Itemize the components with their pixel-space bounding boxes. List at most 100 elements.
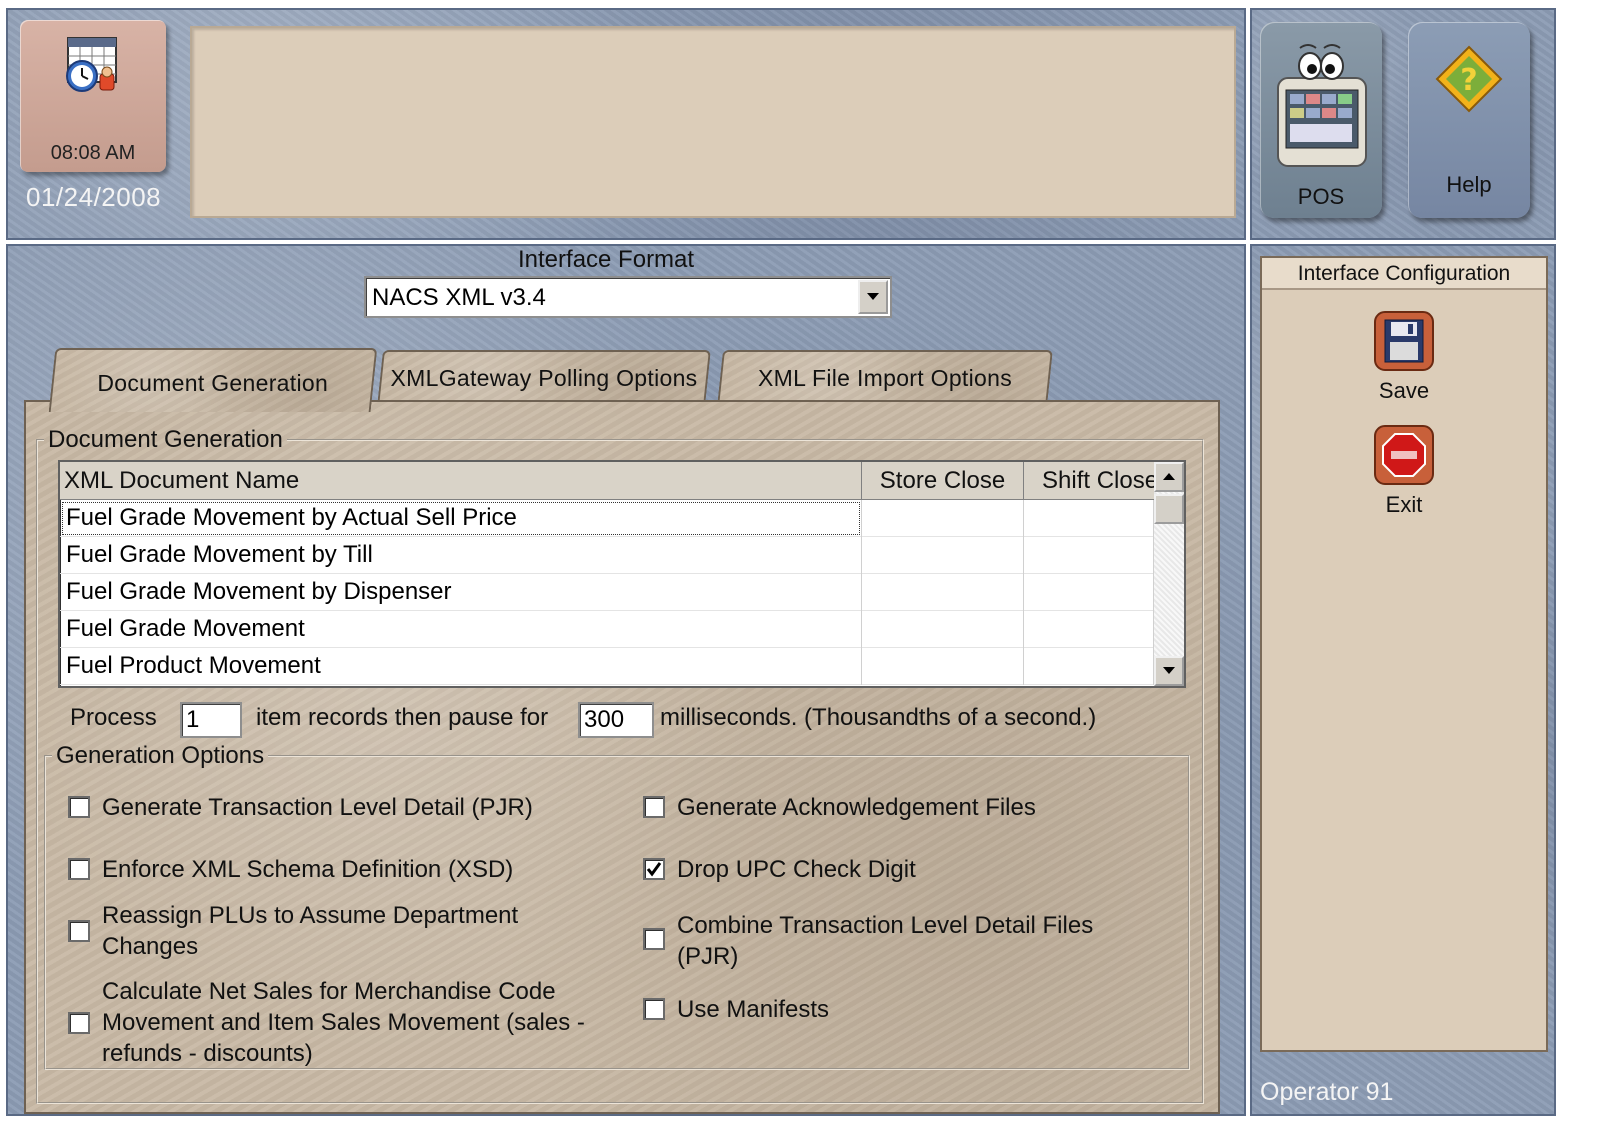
table-scrollbar[interactable] xyxy=(1154,462,1184,686)
milliseconds-label: milliseconds. (Thousandths of a second.) xyxy=(660,704,1097,731)
document-generation-title: Document Generation xyxy=(48,426,283,453)
tab-label: XMLGateway Polling Options xyxy=(390,365,698,391)
pos-terminal-face-icon xyxy=(1277,44,1367,167)
document-name-cell: Fuel Grade Movement by Dispenser xyxy=(60,574,862,611)
save-button[interactable]: Save xyxy=(1262,310,1546,404)
option-use-manifests[interactable]: Use Manifests xyxy=(641,994,1181,1026)
check-icon xyxy=(646,862,662,877)
table-header: XML Document Name Store Close Shift Clos… xyxy=(60,462,1154,500)
calendar-clock-icon xyxy=(66,37,117,92)
shift-close-cell[interactable] xyxy=(1024,574,1154,611)
tab-xml-file-import-options[interactable]: XML File Import Options xyxy=(717,350,1053,406)
tab-label: Document Generation xyxy=(97,370,329,396)
option-calculate-net-sales[interactable]: Calculate Net Sales for Merchandise Code… xyxy=(66,976,626,1070)
document-name-cell: Fuel Grade Movement by Till xyxy=(60,537,862,574)
option-label: Use Manifests xyxy=(677,996,830,1023)
floppy-disk-icon xyxy=(1374,311,1434,371)
date-label: 01/24/2008 xyxy=(26,182,162,212)
clock-time: 08:08 AM xyxy=(50,142,136,164)
process-label: Process xyxy=(70,704,157,731)
option-label-line2: (PJR) xyxy=(677,943,739,970)
top-nav: POS ? Help xyxy=(1250,8,1556,240)
chevron-down-icon[interactable] xyxy=(858,280,888,314)
clock-button[interactable]: 08:08 AM xyxy=(20,20,166,172)
option-label: Generate Acknowledgement Files xyxy=(677,794,1036,821)
interface-format-label: Interface Format xyxy=(518,246,695,273)
save-label: Save xyxy=(1378,378,1430,403)
exit-button[interactable]: Exit xyxy=(1262,424,1546,518)
svg-text:?: ? xyxy=(1460,63,1477,98)
generation-options-title: Generation Options xyxy=(56,742,265,769)
checkbox[interactable] xyxy=(68,1012,90,1034)
shift-close-cell[interactable] xyxy=(1024,611,1154,648)
option-generate-acknowledgement-files[interactable]: Generate Acknowledgement Files xyxy=(641,792,1181,824)
exit-label: Exit xyxy=(1385,492,1423,517)
option-reassign-plus[interactable]: Reassign PLUs to Assume Department Chang… xyxy=(66,900,606,964)
store-close-cell[interactable] xyxy=(862,537,1024,574)
pause-label: item records then pause for xyxy=(256,704,549,731)
message-area xyxy=(190,26,1236,218)
option-drop-upc-check-digit[interactable]: Drop UPC Check Digit xyxy=(641,854,1181,886)
table-row[interactable]: Fuel Grade Movement by Actual Sell Price xyxy=(60,500,1154,537)
checkbox[interactable] xyxy=(68,858,90,880)
store-close-cell[interactable] xyxy=(862,611,1024,648)
shift-close-cell[interactable] xyxy=(1024,648,1154,685)
process-settings-row: Process item records then pause for mill… xyxy=(70,700,1190,740)
column-header-shift-close[interactable]: Shift Close xyxy=(1024,462,1154,500)
action-panel: Interface Configuration Save Exit xyxy=(1260,256,1548,1052)
option-label: Enforce XML Schema Definition (XSD) xyxy=(102,856,514,883)
interface-format-value: NACS XML v3.4 xyxy=(372,284,546,311)
tab-document-generation[interactable]: Document Generation xyxy=(48,348,378,412)
tab-label: XML File Import Options xyxy=(757,365,1012,391)
right-panel: Interface Configuration Save Exit Operat… xyxy=(1250,244,1556,1116)
help-button[interactable]: ? Help xyxy=(1408,22,1530,218)
store-close-cell[interactable] xyxy=(862,574,1024,611)
item-records-input[interactable] xyxy=(180,702,242,738)
shift-close-cell[interactable] xyxy=(1024,537,1154,574)
interface-format-select[interactable]: NACS XML v3.4 xyxy=(364,276,892,318)
table-row[interactable]: Fuel Product Movement xyxy=(60,648,1154,685)
tab-xmlgateway-polling-options[interactable]: XMLGateway Polling Options xyxy=(377,350,711,406)
option-enforce-xml-schema[interactable]: Enforce XML Schema Definition (XSD) xyxy=(66,854,606,886)
option-label-line1: Calculate Net Sales for Merchandise Code xyxy=(102,978,556,1005)
scrollbar-thumb[interactable] xyxy=(1154,494,1184,524)
xml-document-table[interactable]: XML Document Name Store Close Shift Clos… xyxy=(58,460,1186,688)
operator-label: Operator 91 xyxy=(1260,1078,1394,1106)
arrow-up-icon[interactable] xyxy=(1154,462,1184,492)
document-name-cell: Fuel Grade Movement by Actual Sell Price xyxy=(60,500,862,537)
column-header-xml-document-name[interactable]: XML Document Name xyxy=(60,462,862,500)
checkbox[interactable] xyxy=(68,920,90,942)
document-name-cell: Fuel Product Movement xyxy=(60,648,862,685)
help-diamond-icon: ? xyxy=(1435,45,1503,113)
pause-milliseconds-input[interactable] xyxy=(578,702,654,738)
table-row[interactable]: Fuel Grade Movement xyxy=(60,611,1154,648)
store-close-cell[interactable] xyxy=(862,500,1024,537)
checkbox[interactable] xyxy=(643,796,665,818)
help-label: Help xyxy=(1446,172,1492,197)
checkbox[interactable] xyxy=(68,796,90,818)
panel-title: Interface Configuration xyxy=(1262,258,1546,290)
checkbox[interactable] xyxy=(643,998,665,1020)
table-row[interactable]: Fuel Grade Movement by Dispenser xyxy=(60,574,1154,611)
option-label: Drop UPC Check Digit xyxy=(677,856,916,883)
option-label-line1: Combine Transaction Level Detail Files xyxy=(677,912,1094,939)
option-label-line2: Changes xyxy=(102,933,199,960)
document-name-cell: Fuel Grade Movement xyxy=(60,611,862,648)
stop-sign-icon xyxy=(1374,425,1434,485)
pos-button[interactable]: POS xyxy=(1260,22,1382,218)
pos-label: POS xyxy=(1297,184,1345,209)
shift-close-cell[interactable] xyxy=(1024,500,1154,537)
option-combine-transaction-level-detail[interactable]: Combine Transaction Level Detail Files (… xyxy=(641,910,1181,974)
option-label-line1: Reassign PLUs to Assume Department xyxy=(102,902,519,929)
column-header-store-close[interactable]: Store Close xyxy=(862,462,1024,500)
option-label: Generate Transaction Level Detail (PJR) xyxy=(102,794,533,821)
arrow-down-icon[interactable] xyxy=(1154,656,1184,686)
table-row[interactable]: Fuel Grade Movement by Till xyxy=(60,537,1154,574)
checkbox[interactable] xyxy=(643,928,665,950)
option-generate-transaction-level-detail[interactable]: Generate Transaction Level Detail (PJR) xyxy=(66,792,606,824)
checkbox-checked[interactable] xyxy=(643,858,665,880)
option-label-line2: Movement and Item Sales Movement (sales … xyxy=(102,1009,585,1036)
store-close-cell[interactable] xyxy=(862,648,1024,685)
option-label-line3: refunds - discounts) xyxy=(102,1040,313,1067)
tab-panel-document-generation: Document Generation XML Document Name St… xyxy=(24,400,1220,1114)
